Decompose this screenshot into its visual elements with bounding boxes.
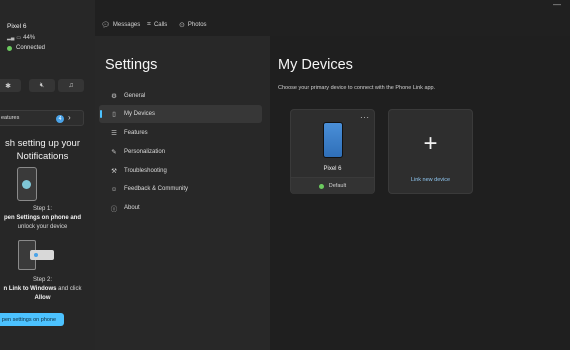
page-title: My Devices [278,57,353,73]
info-icon: ⓘ [110,206,118,213]
gear-icon: ⚙ [111,93,117,100]
nav-item-general[interactable]: ⚙ General [99,87,262,105]
tab-photos[interactable]: ⊙ Photos [179,21,207,29]
top-navigation: 💬︎ Messages ⌗ Calls ⊙ Photos [95,0,570,36]
step1-text: Step 1: pen Settings on phone and unlock… [4,206,81,230]
tab-calls[interactable]: ⌗ Calls [147,21,167,29]
mute-button[interactable]: 🔇︎ [29,79,55,92]
signal-icon: ▂▄ [7,35,15,41]
phone-illustration [17,167,37,201]
minimize-icon[interactable]: — [553,0,561,9]
phone-panel: a Pixel 6 ▂▄ ▭ 44% Connected ✱ 🔇︎ ♫ eatu… [0,0,95,350]
more-options-icon[interactable]: ··· [360,113,370,122]
phone-image [323,122,343,158]
chevron-right-icon: › [68,113,71,122]
step2-text: Step 2: n Link to Windows and click Allo… [3,277,82,301]
feedback-icon: ☺ [110,185,118,193]
battery-icon: ▭ [16,35,22,41]
plus-icon: + [423,130,438,157]
device-card[interactable]: ··· Pixel 6 Default [290,109,375,194]
settings-nav: Settings ⚙ General ▯ My Devices ☰ Featur… [95,36,270,350]
link-new-device-label: Link new device [410,177,451,183]
features-label: eatures [1,115,20,121]
features-icon: ☰ [111,130,117,137]
mute-icon: 🔇︎ [39,81,45,89]
phone-icon: ▯ [112,111,116,118]
settings-illustration-icon [22,180,31,189]
device-card-name: Pixel 6 [323,166,342,172]
device-card-status: Default [291,177,374,194]
calls-icon: ⌗ [147,21,151,28]
page-subtitle: Choose your primary device to connect wi… [278,85,436,91]
connected-dot-icon [7,45,12,51]
settings-title: Settings [105,57,158,73]
nav-item-my-devices[interactable]: ▯ My Devices [99,105,262,123]
nav-item-about[interactable]: ⓘ About [99,199,262,217]
photos-icon: ⊙ [179,22,185,29]
features-row[interactable]: eatures 4 › [0,110,84,126]
wrench-icon: ⚒ [111,168,117,175]
nav-item-personalization[interactable]: ✎ Personalization [99,143,262,161]
add-device-card[interactable]: + Link new device [388,109,473,194]
open-settings-button[interactable]: pen settings on phone [0,313,64,326]
bluetooth-button[interactable]: ✱ [0,79,21,92]
main-content: My Devices Choose your primary device to… [270,36,570,350]
nav-item-features[interactable]: ☰ Features [99,124,262,142]
device-status: ▂▄ ▭ 44% [7,35,35,41]
device-name: Pixel 6 [7,23,27,30]
battery-level: 44% [23,35,36,41]
allow-dialog-illustration [30,250,54,260]
media-button[interactable]: ♫ [58,79,84,92]
connection-status: Connected [7,45,45,51]
connection-label: Connected [16,45,46,51]
bluetooth-icon: ✱ [5,82,11,90]
default-status-icon [318,183,324,189]
nav-item-troubleshooting[interactable]: ⚒ Troubleshooting [99,162,262,180]
music-icon: ♫ [68,82,74,89]
features-count-badge: 4 [56,115,64,123]
tab-messages[interactable]: 💬︎ Messages [101,21,140,29]
brush-icon: ✎ [111,149,117,156]
finish-setup-title: sh setting up your Notifications [5,138,80,162]
nav-item-feedback[interactable]: ☺ Feedback & Community [99,180,262,198]
message-icon: 💬︎ [101,22,110,29]
